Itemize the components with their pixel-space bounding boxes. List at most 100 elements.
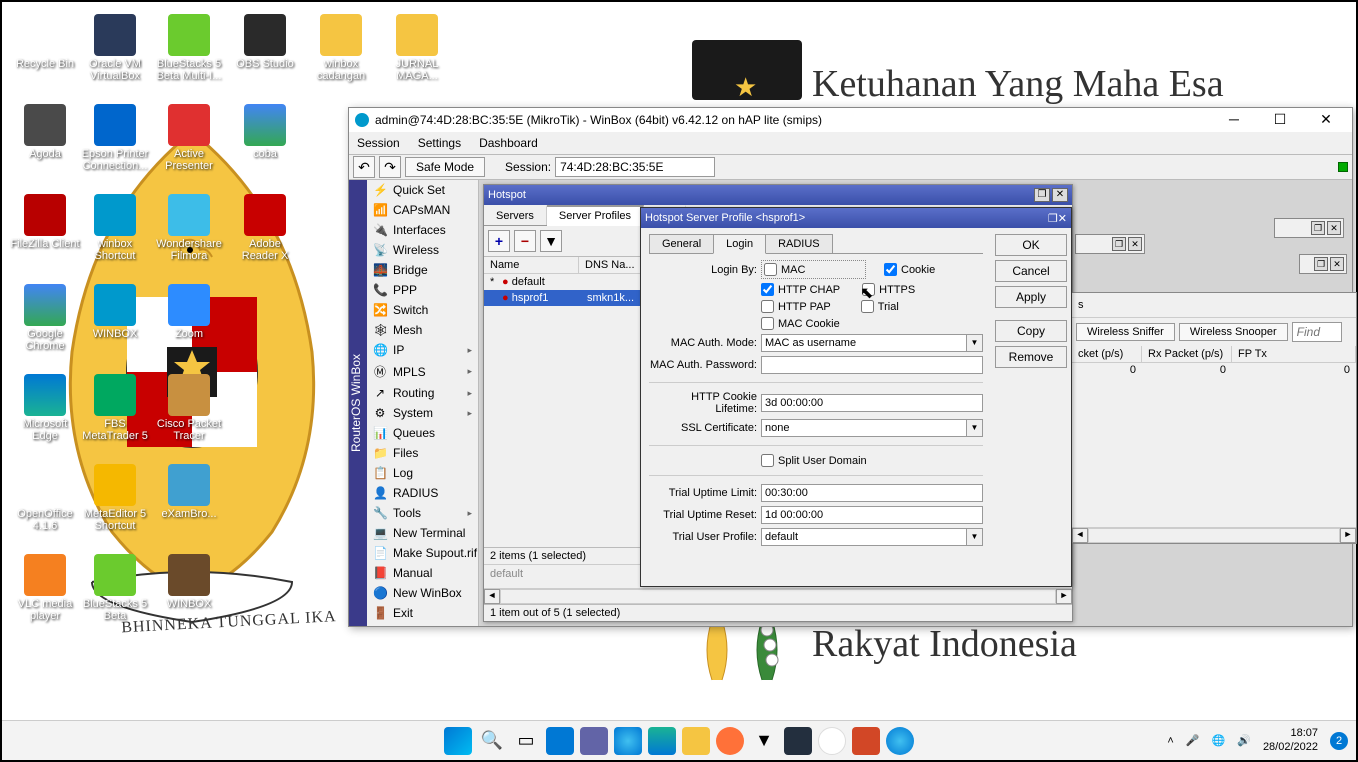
nav-system[interactable]: ⚙System▸ [367,403,478,423]
dropdown-icon[interactable]: ▼ [967,528,983,546]
app-icon[interactable] [614,727,642,755]
trial-uptime-reset-input[interactable] [761,506,983,524]
explorer-icon[interactable] [682,727,710,755]
profile-close-icon[interactable]: ✕ [1058,212,1067,225]
powerpoint-icon[interactable] [852,727,880,755]
teams-icon[interactable] [580,727,608,755]
scroll-left-icon[interactable]: ◄ [484,589,500,604]
desktop-icon-openoffice-4-1-6[interactable]: OpenOffice 4.1.6 [10,464,80,532]
desktop-icon-adobe-reader-x[interactable]: Adobe Reader X [230,194,300,262]
nav-ppp[interactable]: 📞PPP [367,280,478,300]
nav-wireless[interactable]: 📡Wireless [367,240,478,260]
desktop-icon-agoda[interactable]: Agoda [10,104,80,160]
nav-make-supout-rif[interactable]: 📄Make Supout.rif [367,543,478,563]
trial-uptime-limit-input[interactable] [761,484,983,502]
chk-mac[interactable] [764,263,777,276]
tray-chevron-icon[interactable]: ˄ [1167,735,1173,747]
nav-manual[interactable]: 📕Manual [367,563,478,583]
safe-mode-button[interactable]: Safe Mode [405,157,485,177]
remove-button[interactable]: Remove [995,346,1067,368]
desktop-icon-winbox-cadangan[interactable]: winbox cadangan [306,14,376,82]
search-icon[interactable]: 🔍 [478,727,506,755]
col-name[interactable]: Name [484,257,579,273]
wl-scrollbar[interactable]: ◄ ► [1072,527,1356,543]
desktop-icon-obs-studio[interactable]: OBS Studio [230,14,300,70]
task-view-icon[interactable]: ▭ [512,727,540,755]
ghost-restore-icon[interactable]: ❐ [1112,237,1126,251]
taskbar-clock[interactable]: 18:07 28/02/2022 [1263,727,1318,753]
col-tx-packet[interactable]: cket (p/s) [1072,346,1142,362]
desktop-icon-google-chrome[interactable]: Google Chrome [10,284,80,352]
desktop-icon-coba[interactable]: coba [230,104,300,160]
nav-new-winbox[interactable]: 🔵New WinBox [367,583,478,603]
hotspot-restore-icon[interactable]: ❐ [1034,188,1050,202]
nav-quick-set[interactable]: ⚡Quick Set [367,180,478,200]
nav-ip[interactable]: 🌐IP▸ [367,340,478,360]
desktop-icon-recycle-bin[interactable]: Recycle Bin [10,14,80,70]
menu-dashboard[interactable]: Dashboard [479,136,538,150]
profile-restore-icon[interactable]: ❐ [1048,212,1058,225]
ghost-restore-icon[interactable]: ❐ [1314,257,1328,271]
desktop-icon-microsoft-edge[interactable]: Microsoft Edge [10,374,80,442]
mic-icon[interactable]: 🎤 [1186,734,1200,747]
scroll-right-icon[interactable]: ► [1340,528,1356,543]
chk-mac-cookie[interactable] [761,317,774,330]
network-icon[interactable]: 🌐 [1212,734,1226,747]
dropbox-icon[interactable]: ▼ [750,727,778,755]
desktop-icon-wondershare-filmora[interactable]: Wondershare Filmora [154,194,224,262]
widgets-icon[interactable] [546,727,574,755]
undo-button[interactable]: ↶ [353,156,375,178]
nav-new-terminal[interactable]: 💻New Terminal [367,523,478,543]
chk-split-user[interactable] [761,454,774,467]
desktop-icon-metaeditor-5-shortcut[interactable]: MetaEditor 5 Shortcut [80,464,150,532]
winbox-titlebar[interactable]: admin@74:4D:28:BC:35:5E (MikroTik) - Win… [349,108,1352,132]
chk-http-pap[interactable] [761,300,774,313]
add-button[interactable]: + [488,230,510,252]
trial-user-profile-input[interactable] [761,528,967,546]
nav-bridge[interactable]: 🌉Bridge [367,260,478,280]
nav-exit[interactable]: 🚪Exit [367,603,478,623]
cancel-button[interactable]: Cancel [995,260,1067,282]
desktop-icon-bluestacks-5-beta-multi-i-[interactable]: BlueStacks 5 Beta Multi-I... [154,14,224,82]
nav-queues[interactable]: 📊Queues [367,423,478,443]
desktop-icon-winbox[interactable]: WINBOX [80,284,150,340]
find-input[interactable] [1292,322,1342,342]
nav-radius[interactable]: 👤RADIUS [367,483,478,503]
desktop-icon-filezilla-client[interactable]: FileZilla Client [10,194,80,250]
menu-settings[interactable]: Settings [418,136,461,150]
tab-servers[interactable]: Servers [484,205,547,225]
desktop-icon-bluestacks-5-beta[interactable]: BlueStacks 5 Beta [80,554,150,622]
wireless-snooper-button[interactable]: Wireless Snooper [1179,323,1288,341]
scroll-left-icon[interactable]: ◄ [1072,528,1088,543]
dropdown-icon[interactable]: ▼ [967,334,983,352]
desktop-icon-epson-printer-connection-[interactable]: Epson Printer Connection... [80,104,150,172]
desktop-icon-fbs-metatrader-5[interactable]: FBS MetaTrader 5 [80,374,150,442]
ok-button[interactable]: OK [995,234,1067,256]
wireless-sniffer-button[interactable]: Wireless Sniffer [1076,323,1175,341]
desktop-icon-jurnal-maga-[interactable]: JURNAL MAGA... [382,14,452,82]
notification-badge[interactable]: 2 [1330,732,1348,750]
nav-mpls[interactable]: ⓂMPLS▸ [367,360,478,383]
menu-session[interactable]: Session [357,136,400,150]
nav-tools[interactable]: 🔧Tools▸ [367,503,478,523]
desktop-icon-active-presenter[interactable]: Active Presenter [154,104,224,172]
firefox-icon[interactable] [716,727,744,755]
tab-login[interactable]: Login [713,234,766,254]
ssl-cert-input[interactable] [761,419,967,437]
desktop-icon-winbox-shortcut[interactable]: winbox Shortcut [80,194,150,262]
redo-button[interactable]: ↷ [379,156,401,178]
nav-log[interactable]: 📋Log [367,463,478,483]
desktop-icon-exambro-[interactable]: eXamBro... [154,464,224,520]
tab-server-profiles[interactable]: Server Profiles [547,205,644,226]
mac-auth-mode-input[interactable] [761,334,967,352]
nav-capsman[interactable]: 📶CAPsMAN [367,200,478,220]
close-button[interactable]: ✕ [1306,109,1346,131]
desktop-icon-oracle-vm-virtualbox[interactable]: Oracle VM VirtualBox [80,14,150,82]
volume-icon[interactable]: 🔊 [1237,734,1251,747]
edge-icon[interactable] [648,727,676,755]
amazon-icon[interactable] [784,727,812,755]
desktop-icon-cisco-packet-tracer[interactable]: Cisco Packet Tracer [154,374,224,442]
chk-cookie[interactable] [884,263,897,276]
ghost-close-icon[interactable]: ✕ [1327,221,1341,235]
start-button[interactable] [444,727,472,755]
